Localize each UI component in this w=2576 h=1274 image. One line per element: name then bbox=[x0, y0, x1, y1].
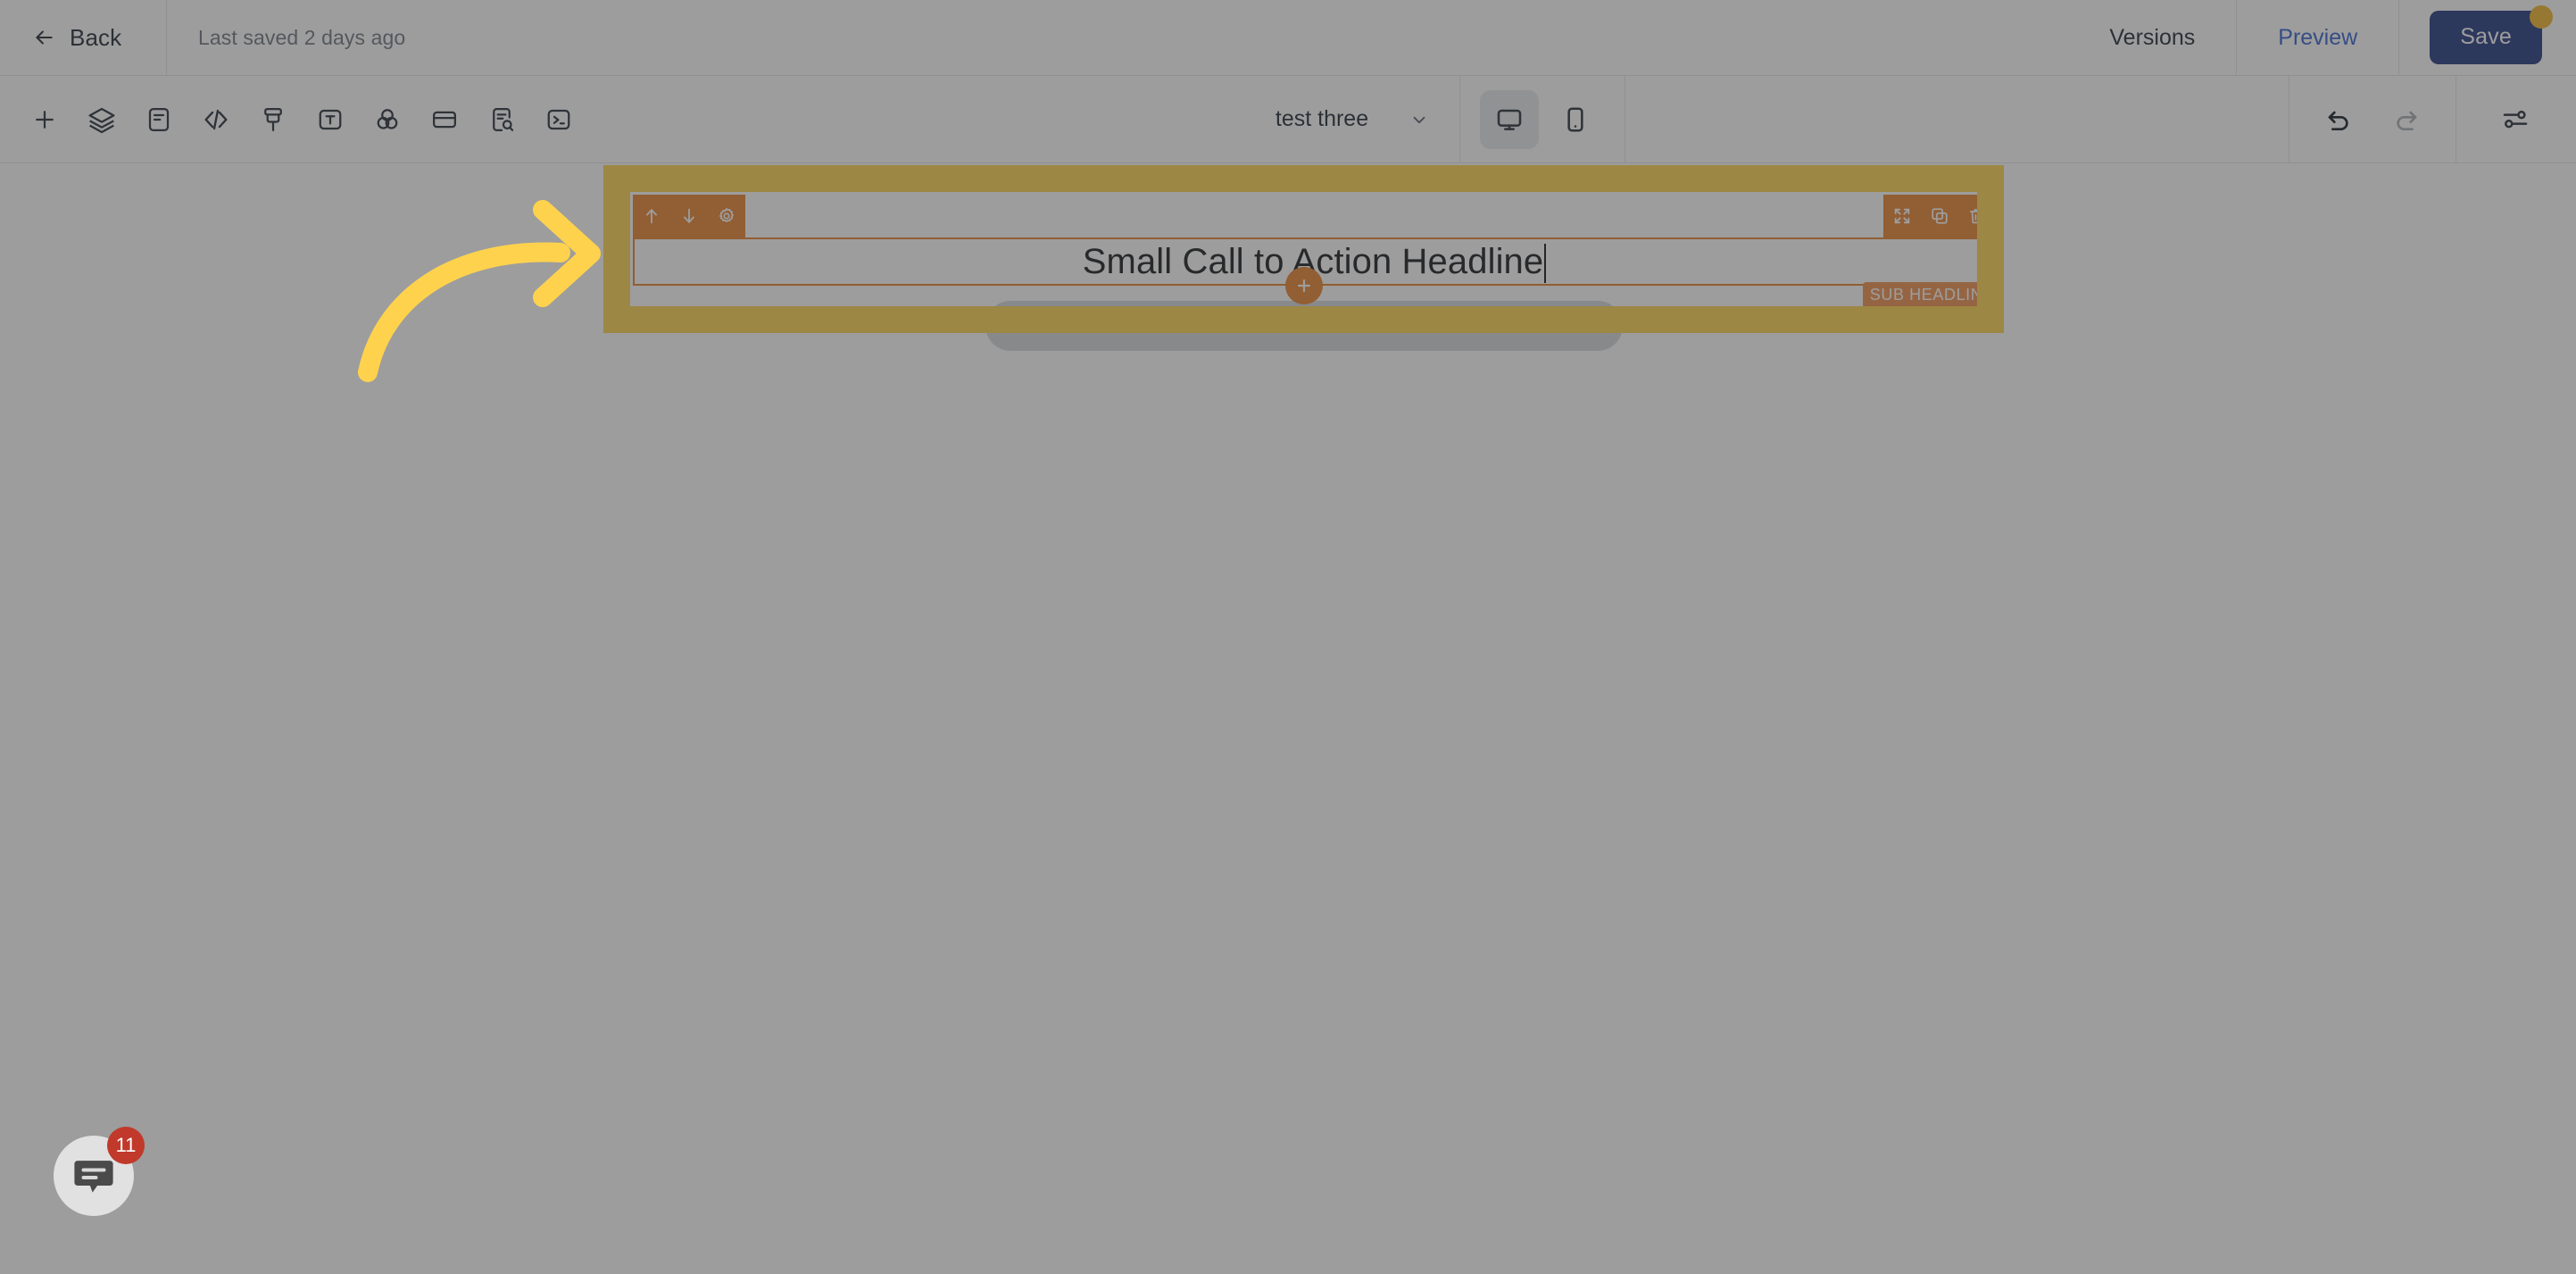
versions-label: Versions bbox=[2109, 24, 2196, 50]
block-toolbar-right bbox=[1883, 195, 1996, 237]
block-toolbar-left bbox=[633, 195, 745, 237]
arrow-left-icon bbox=[32, 26, 55, 49]
save-button[interactable]: Save bbox=[2430, 11, 2542, 64]
chat-unread-badge: 11 bbox=[107, 1127, 145, 1164]
gear-icon[interactable] bbox=[708, 195, 745, 237]
sub-headline-tag[interactable]: SUB HEADLINE bbox=[1862, 282, 2001, 309]
page-select-value: test three bbox=[1275, 106, 1369, 131]
expand-icon[interactable] bbox=[1883, 195, 1921, 237]
last-saved-status: Last saved 2 days ago bbox=[198, 25, 406, 49]
editor-app: Back Last saved 2 days ago Versions Prev… bbox=[0, 0, 2576, 1274]
text-caret bbox=[1544, 244, 1547, 283]
color-circles-icon[interactable] bbox=[359, 91, 416, 148]
sliders-icon[interactable] bbox=[2487, 91, 2544, 148]
page-canvas: Small Call to Action Headline SUB HEADLI… bbox=[29, 165, 2547, 1245]
versions-button[interactable]: Versions bbox=[2068, 0, 2236, 76]
cta-button-placeholder[interactable] bbox=[985, 301, 1623, 351]
save-button-wrap: Save bbox=[2399, 0, 2576, 76]
undo-icon[interactable] bbox=[2311, 92, 2366, 147]
add-icon[interactable] bbox=[16, 91, 73, 148]
preview-label: Preview bbox=[2278, 24, 2358, 50]
code-icon[interactable] bbox=[187, 91, 245, 148]
desktop-icon[interactable] bbox=[1480, 89, 1540, 149]
mobile-icon[interactable] bbox=[1546, 90, 1605, 149]
unsaved-changes-badge bbox=[2530, 4, 2553, 29]
settings-cell bbox=[2456, 76, 2576, 163]
back-button[interactable]: Back bbox=[0, 0, 166, 76]
back-label: Back bbox=[70, 23, 122, 51]
plus-circle-icon[interactable] bbox=[1284, 267, 1323, 304]
document-search-icon[interactable] bbox=[473, 91, 530, 148]
move-down-icon[interactable] bbox=[670, 195, 708, 237]
document-icon[interactable] bbox=[130, 91, 187, 148]
cta-section-block[interactable]: Small Call to Action Headline SUB HEADLI… bbox=[603, 165, 2004, 351]
history-group bbox=[2289, 75, 2457, 163]
redo-icon[interactable] bbox=[2379, 92, 2434, 147]
chat-widget[interactable]: 11 bbox=[54, 1127, 145, 1216]
top-bar: Back Last saved 2 days ago Versions Prev… bbox=[0, 0, 2576, 76]
page-select[interactable]: test three bbox=[1251, 75, 1461, 163]
toolbar-tools-group bbox=[0, 76, 587, 163]
card-icon[interactable] bbox=[416, 91, 473, 148]
editor-toolbar: test three bbox=[0, 75, 2576, 163]
chevron-down-icon bbox=[1409, 110, 1429, 129]
cta-section-inner: Small Call to Action Headline SUB HEADLI… bbox=[603, 165, 2004, 351]
trash-icon[interactable] bbox=[1958, 195, 1996, 237]
duplicate-icon[interactable] bbox=[1921, 195, 1958, 237]
device-toggle-group bbox=[1460, 75, 1626, 163]
brush-icon[interactable] bbox=[245, 91, 302, 148]
preview-button[interactable]: Preview bbox=[2237, 0, 2398, 76]
move-up-icon[interactable] bbox=[633, 195, 670, 237]
layers-icon[interactable] bbox=[73, 91, 130, 148]
text-box-icon[interactable] bbox=[302, 91, 359, 148]
terminal-icon[interactable] bbox=[530, 91, 587, 148]
